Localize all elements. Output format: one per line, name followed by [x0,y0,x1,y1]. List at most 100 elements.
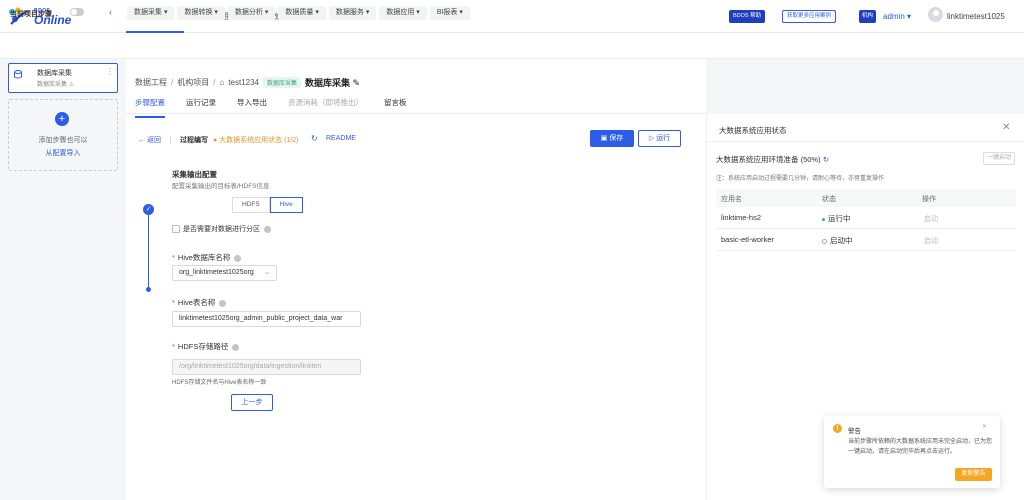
segment-hive[interactable]: Hive [269,197,303,213]
home-icon: ⌂ [219,78,225,87]
tab-resource-usage: 资源消耗（即将推出） [288,98,363,107]
partition-label-text: 是否需要对数据进行分区 [183,226,260,233]
page-title[interactable]: 数据库采集 ✎ [305,76,360,89]
hive-table-label-text: Hive表名称 [177,298,216,307]
table-header [716,189,1016,207]
app-status: 启动中 [822,235,853,246]
hive-db-label: * Hive数据库名称 [172,252,242,263]
hdfs-path-input: /org/linktimetest1025org/data/ingestion/… [172,359,361,375]
menu-bi-reports[interactable]: BI报表 ▾ [429,6,470,20]
cases-button[interactable]: 获取更多应用案例 [782,10,837,23]
output-type-segment: HDFS Hive [232,197,303,213]
warning-icon: ! [833,424,842,433]
section-title: 采集输出配置 [172,170,217,179]
toast-body: 当前步骤所依赖的大数据系统应用未完全启动，已为您一键启动，请在启动完毕后再点击运… [848,439,993,455]
help-button[interactable]: BDOS 帮助 [729,10,766,23]
start-button: 启动 [924,238,938,245]
timeline-dot [146,287,151,292]
tab-run-records[interactable]: 运行记录 [186,97,216,118]
menu-data-apps[interactable]: 数据应用 ▾ [379,6,427,20]
panel-divider [706,141,1024,142]
env-progress-text: 大数据系统应用环境准备 (50%) [716,155,821,164]
more-icon[interactable]: ⋮ [106,67,114,76]
panel-title: 大数据系统应用状态 [719,126,787,135]
step-menus: 数据采集 ▾ 数据转换 ▾ 数据分析 ▾ 数据质量 ▾ 数据服务 ▾ 数据应用 … [127,6,470,20]
hive-table-label: * Hive表名称 [172,297,227,308]
help-icon[interactable] [219,299,227,307]
database-icon [14,70,22,79]
help-icon[interactable] [264,225,271,233]
current-step-label: 当前项目步骤 [10,11,52,18]
refresh-icon[interactable]: ↻ [311,134,318,143]
hdfs-path-label-text: HDFS存储路径 [177,342,229,351]
app-status-text: 启动中 [830,236,853,245]
table-row-divider [716,250,1016,251]
breadcrumb-item[interactable]: 机构项目 [177,77,209,88]
help-icon[interactable] [234,254,242,262]
segment-hdfs[interactable]: HDFS [232,197,270,213]
process-label: 过程编写 [180,137,208,144]
app-status-text: 运行中 [828,214,851,223]
refresh-icon[interactable]: ↻ [823,155,829,164]
sub-bar [0,33,1024,59]
env-status-link[interactable]: ● 大数据系统应用状态 (1/2) [213,135,299,145]
col-app-name: 应用名 [721,196,742,203]
tab-message-board[interactable]: 留言板 [384,97,407,118]
tabs: 步骤配置 运行记录 导入导出 资源消耗（即将推出） 留言板 [135,97,407,118]
check-icon: ✓ [143,204,154,215]
app-name: linktime-hs2 [721,213,762,222]
avatar[interactable] [928,7,943,22]
step-subtitle: 数据库采集 ⚠ [37,82,75,88]
partition-checkbox[interactable] [172,225,180,233]
tab-step-config[interactable]: 步骤配置 [135,97,165,118]
menu-data-transform[interactable]: 数据转换 ▾ [177,6,225,20]
close-icon[interactable]: ✕ [1002,122,1010,133]
close-icon[interactable]: ✕ [982,423,987,430]
breadcrumb-item[interactable]: 数据工程 [135,77,167,88]
panel-note: 注：系统应用启动过程需要几分钟，请耐心等待，亦毋重复操作 [716,176,885,182]
divider [170,136,171,144]
status-running-icon [822,217,825,221]
app-name: basic-etl-worker [721,235,774,244]
hive-db-value: org_linktimetest1025org [179,269,254,276]
add-step-text: 添加步骤也可以 [38,137,88,144]
hdfs-hint: HDFS存储文件名与Hive表名称一致 [172,380,267,386]
col-status: 状态 [822,196,836,203]
collapse-icon[interactable]: ‹ [109,7,112,17]
menu-data-collection[interactable]: 数据采集 ▾ [127,6,175,20]
save-label: 保存 [609,135,624,142]
run-button[interactable]: ▷ 运行 [638,130,681,147]
org-tag: 机构 [859,10,877,23]
help-icon[interactable] [232,343,240,351]
plus-icon[interactable]: + [55,112,69,126]
current-step-toggle[interactable] [70,8,84,16]
breadcrumb: 数据工程 / 机构项目 / ⌂ test1234 数据库采集 数据库采集 ✎ [135,76,361,89]
menu-data-service[interactable]: 数据服务 ▾ [328,6,377,20]
breadcrumb-item[interactable]: test1234 [228,78,259,87]
back-button[interactable]: ← 返回 [138,135,161,145]
save-button[interactable]: ▣ 保存 [590,130,634,147]
run-label: 运行 [656,135,671,142]
env-progress: 大数据系统应用环境准备 (50%) ↻ [716,154,829,165]
copy-warning-button[interactable]: 复制警告 [955,468,992,481]
hive-db-label-text: Hive数据库名称 [177,253,231,262]
tab-import-export[interactable]: 导入导出 [237,97,267,118]
save-icon: ▣ [600,135,610,142]
username[interactable]: linktimetest1025 [947,10,1005,23]
readme-link[interactable]: README [326,135,356,142]
chevron-down-icon: ⌄ [264,269,270,276]
col-operation: 操作 [922,196,936,203]
import-config-link[interactable]: 从配置导入 [0,148,126,158]
one-key-start-button: 一键启动 [983,152,1016,165]
hive-db-select[interactable]: org_linktimetest1025org ⌄ [172,265,277,281]
app-status: 运行中 [822,213,851,224]
menu-data-quality[interactable]: 数据质量 ▾ [278,6,326,20]
section-subtitle: 配置采集输出的目标表/HDFS信息 [172,183,270,190]
hive-table-input[interactable]: linktimetest1025org_admin_public_project… [172,311,361,327]
prev-step-button[interactable]: 上一步 [231,394,273,411]
tabs-divider [126,113,706,114]
step-type-tag: 数据库采集 [263,77,302,88]
org-dropdown[interactable]: admin ▾ [883,10,911,23]
menu-data-analysis[interactable]: 数据分析 ▾ [227,6,276,20]
partition-label: 是否需要对数据进行分区 [183,224,271,234]
